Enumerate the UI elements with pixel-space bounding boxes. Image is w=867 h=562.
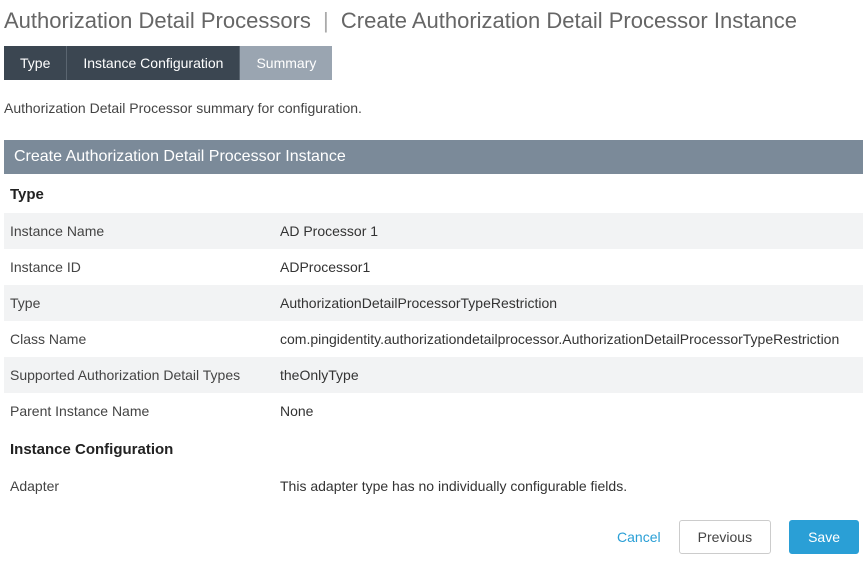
value-supported-types: theOnlyType <box>280 367 359 383</box>
row-type: Type AuthorizationDetailProcessorTypeRes… <box>4 285 863 321</box>
footer-actions: Cancel Previous Save <box>4 504 863 558</box>
page-description: Authorization Detail Processor summary f… <box>4 100 863 116</box>
label-adapter: Adapter <box>10 478 280 494</box>
row-adapter: Adapter This adapter type has no individ… <box>4 468 863 504</box>
breadcrumb-separator: | <box>317 8 335 33</box>
value-adapter: This adapter type has no individually co… <box>280 478 627 494</box>
label-supported-types: Supported Authorization Detail Types <box>10 367 280 383</box>
breadcrumb: Authorization Detail Processors | Create… <box>4 4 863 46</box>
tabs: Type Instance Configuration Summary <box>4 46 863 80</box>
section-instance-config-title: Instance Configuration <box>4 429 863 468</box>
row-class-name: Class Name com.pingidentity.authorizatio… <box>4 321 863 357</box>
cancel-link[interactable]: Cancel <box>617 529 661 545</box>
save-button[interactable]: Save <box>789 520 859 554</box>
tab-type[interactable]: Type <box>4 46 67 80</box>
row-parent-instance: Parent Instance Name None <box>4 393 863 429</box>
value-parent-instance: None <box>280 403 313 419</box>
label-instance-id: Instance ID <box>10 259 280 275</box>
row-instance-name: Instance Name AD Processor 1 <box>4 213 863 249</box>
tab-instance-configuration[interactable]: Instance Configuration <box>67 46 240 80</box>
row-instance-id: Instance ID ADProcessor1 <box>4 249 863 285</box>
label-parent-instance: Parent Instance Name <box>10 403 280 419</box>
value-type: AuthorizationDetailProcessorTypeRestrict… <box>280 295 557 311</box>
value-class-name: com.pingidentity.authorizationdetailproc… <box>280 331 839 347</box>
panel-header: Create Authorization Detail Processor In… <box>4 140 863 174</box>
label-type: Type <box>10 295 280 311</box>
tab-summary[interactable]: Summary <box>240 46 332 80</box>
breadcrumb-current: Create Authorization Detail Processor In… <box>341 8 797 33</box>
breadcrumb-parent[interactable]: Authorization Detail Processors <box>4 8 311 33</box>
value-instance-name: AD Processor 1 <box>280 223 378 239</box>
label-instance-name: Instance Name <box>10 223 280 239</box>
label-class-name: Class Name <box>10 331 280 347</box>
row-supported-types: Supported Authorization Detail Types the… <box>4 357 863 393</box>
value-instance-id: ADProcessor1 <box>280 259 370 275</box>
section-type-title: Type <box>4 174 863 213</box>
previous-button[interactable]: Previous <box>679 520 771 554</box>
